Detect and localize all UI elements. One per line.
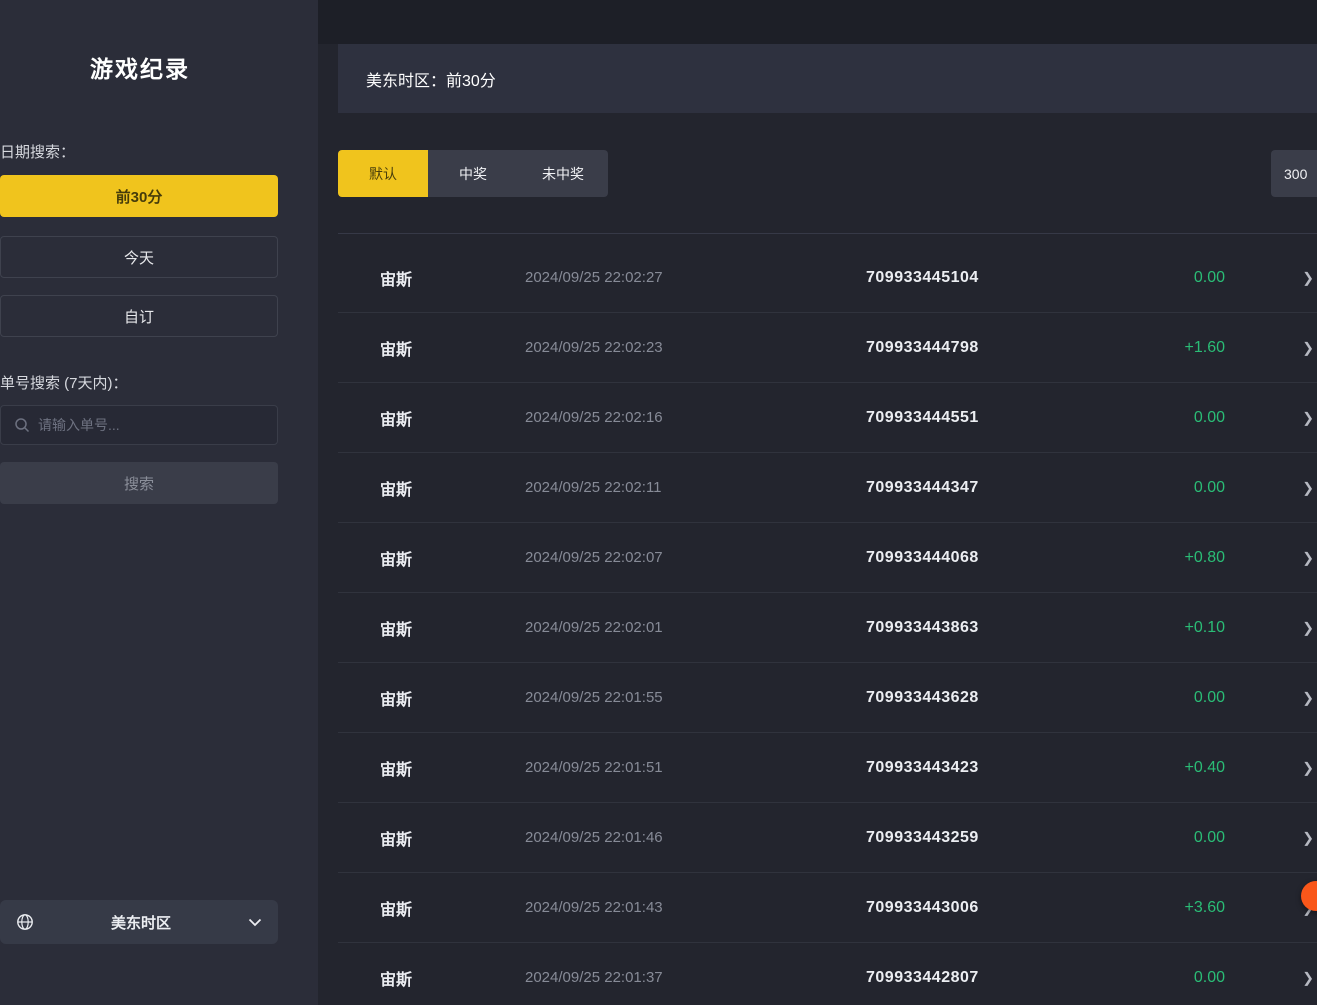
record-time: 2024/09/25 22:01:51 bbox=[525, 759, 866, 776]
record-amount: +1.60 bbox=[1126, 339, 1225, 357]
table-row[interactable]: 宙斯 2024/09/25 22:02:27 709933445104 0.00… bbox=[338, 243, 1317, 313]
record-amount: +0.10 bbox=[1126, 619, 1225, 637]
range-last30min-button[interactable]: 前30分 bbox=[0, 175, 278, 217]
game-name: 宙斯 bbox=[380, 476, 525, 500]
page-size-value: 300 bbox=[1284, 166, 1307, 182]
record-amount: 0.00 bbox=[1126, 479, 1225, 497]
table-row[interactable]: 宙斯 2024/09/25 22:01:37 709933442807 0.00… bbox=[338, 943, 1317, 1005]
range-custom-button[interactable]: 自订 bbox=[0, 295, 278, 337]
chevron-right-icon[interactable]: ❯ bbox=[1302, 619, 1314, 636]
order-search-input[interactable] bbox=[30, 406, 277, 444]
table-row[interactable]: 宙斯 2024/09/25 22:01:51 709933443423 +0.4… bbox=[338, 733, 1317, 803]
record-time: 2024/09/25 22:02:07 bbox=[525, 549, 866, 566]
order-search-box bbox=[0, 405, 278, 445]
table-row[interactable]: 宙斯 2024/09/25 22:01:43 709933443006 +3.6… bbox=[338, 873, 1317, 943]
range-today-button[interactable]: 今天 bbox=[0, 236, 278, 278]
record-amount: 0.00 bbox=[1126, 969, 1225, 987]
chevron-right-icon[interactable]: ❯ bbox=[1302, 759, 1314, 776]
order-number: 709933445104 bbox=[866, 269, 1126, 287]
order-number: 709933443863 bbox=[866, 619, 1126, 637]
page-title: 游戏纪录 bbox=[0, 50, 280, 84]
date-search-label: 日期搜索： bbox=[0, 141, 75, 162]
record-time: 2024/09/25 22:01:43 bbox=[525, 899, 866, 916]
record-time: 2024/09/25 22:01:46 bbox=[525, 829, 866, 846]
game-name: 宙斯 bbox=[380, 546, 525, 570]
game-name: 宙斯 bbox=[380, 406, 525, 430]
table-row[interactable]: 宙斯 2024/09/25 22:02:07 709933444068 +0.8… bbox=[338, 523, 1317, 593]
table-row[interactable]: 宙斯 2024/09/25 22:02:16 709933444551 0.00… bbox=[338, 383, 1317, 453]
main-content: 美东时区：前30分 默认 中奖 未中奖 300 宙斯 2024/09/25 22… bbox=[318, 0, 1317, 1005]
game-name: 宙斯 bbox=[380, 896, 525, 920]
timezone-label: 美东时区 bbox=[34, 912, 248, 933]
chevron-right-icon[interactable]: ❯ bbox=[1302, 549, 1314, 566]
records-table: 宙斯 2024/09/25 22:02:27 709933445104 0.00… bbox=[338, 233, 1317, 1005]
order-number: 709933443259 bbox=[866, 829, 1126, 847]
record-time: 2024/09/25 22:02:11 bbox=[525, 479, 866, 496]
record-time: 2024/09/25 22:02:01 bbox=[525, 619, 866, 636]
record-time: 2024/09/25 22:01:37 bbox=[525, 969, 866, 986]
game-name: 宙斯 bbox=[380, 266, 525, 290]
game-name: 宙斯 bbox=[380, 336, 525, 360]
chevron-right-icon[interactable]: ❯ bbox=[1302, 269, 1314, 286]
record-time: 2024/09/25 22:02:16 bbox=[525, 409, 866, 426]
order-search-label: 单号搜索 (7天内)： bbox=[0, 372, 128, 393]
game-name: 宙斯 bbox=[380, 616, 525, 640]
timezone-selector[interactable]: 美东时区 bbox=[0, 900, 278, 944]
record-amount: 0.00 bbox=[1126, 409, 1225, 427]
tab-winning[interactable]: 中奖 bbox=[428, 150, 518, 197]
chevron-down-icon bbox=[248, 918, 262, 927]
chevron-right-icon[interactable]: ❯ bbox=[1302, 479, 1314, 496]
sidebar: 游戏纪录 日期搜索： 前30分 今天 自订 单号搜索 (7天内)： 搜索 美东时… bbox=[0, 0, 318, 1005]
table-row[interactable]: 宙斯 2024/09/25 22:02:23 709933444798 +1.6… bbox=[338, 313, 1317, 383]
tab-default[interactable]: 默认 bbox=[338, 150, 428, 197]
top-band bbox=[318, 0, 1317, 44]
order-number: 709933444347 bbox=[866, 479, 1126, 497]
table-row[interactable]: 宙斯 2024/09/25 22:01:55 709933443628 0.00… bbox=[338, 663, 1317, 733]
table-row[interactable]: 宙斯 2024/09/25 22:02:11 709933444347 0.00… bbox=[338, 453, 1317, 523]
chevron-right-icon[interactable]: ❯ bbox=[1302, 689, 1314, 706]
record-amount: 0.00 bbox=[1126, 269, 1225, 287]
game-name: 宙斯 bbox=[380, 826, 525, 850]
header-bar: 美东时区：前30分 bbox=[338, 44, 1317, 113]
search-icon bbox=[14, 417, 30, 433]
order-number: 709933444551 bbox=[866, 409, 1126, 427]
game-name: 宙斯 bbox=[380, 686, 525, 710]
order-number: 709933443423 bbox=[866, 759, 1126, 777]
record-amount: 0.00 bbox=[1126, 829, 1225, 847]
game-name: 宙斯 bbox=[380, 756, 525, 780]
order-number: 709933444068 bbox=[866, 549, 1126, 567]
record-time: 2024/09/25 22:02:23 bbox=[525, 339, 866, 356]
record-amount: +0.80 bbox=[1126, 549, 1225, 567]
record-amount: +0.40 bbox=[1126, 759, 1225, 777]
record-time: 2024/09/25 22:02:27 bbox=[525, 269, 866, 286]
chevron-right-icon[interactable]: ❯ bbox=[1302, 969, 1314, 986]
table-row[interactable]: 宙斯 2024/09/25 22:02:01 709933443863 +0.1… bbox=[338, 593, 1317, 663]
globe-icon bbox=[16, 913, 34, 931]
record-amount: +3.60 bbox=[1126, 899, 1225, 917]
game-name: 宙斯 bbox=[380, 966, 525, 990]
chevron-right-icon[interactable]: ❯ bbox=[1302, 339, 1314, 356]
header-title: 美东时区：前30分 bbox=[366, 67, 496, 91]
tab-not-winning[interactable]: 未中奖 bbox=[518, 150, 608, 197]
search-button[interactable]: 搜索 bbox=[0, 462, 278, 504]
table-row[interactable]: 宙斯 2024/09/25 22:01:46 709933443259 0.00… bbox=[338, 803, 1317, 873]
record-time: 2024/09/25 22:01:55 bbox=[525, 689, 866, 706]
chevron-right-icon[interactable]: ❯ bbox=[1302, 829, 1314, 846]
order-number: 709933444798 bbox=[866, 339, 1126, 357]
chevron-right-icon[interactable]: ❯ bbox=[1302, 409, 1314, 426]
order-number: 709933442807 bbox=[866, 969, 1126, 987]
order-number: 709933443006 bbox=[866, 899, 1126, 917]
filter-tabs: 默认 中奖 未中奖 bbox=[338, 150, 608, 197]
page-size-selector[interactable]: 300 bbox=[1271, 150, 1317, 197]
order-number: 709933443628 bbox=[866, 689, 1126, 707]
record-amount: 0.00 bbox=[1126, 689, 1225, 707]
